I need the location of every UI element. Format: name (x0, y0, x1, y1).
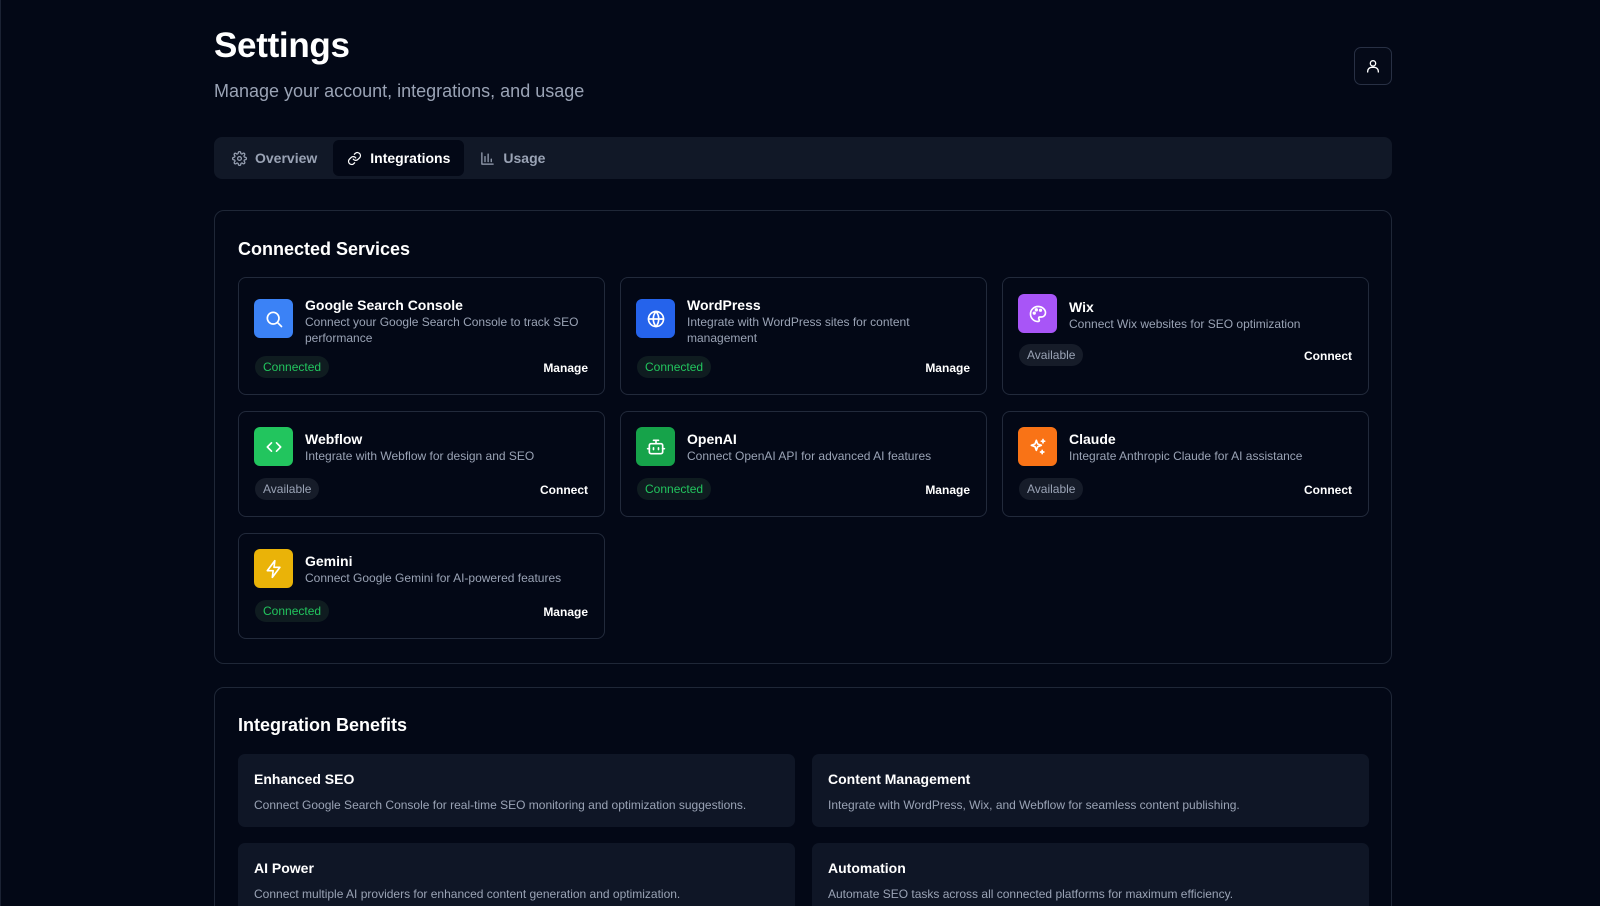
status-badge: Available (255, 478, 320, 500)
benefit-card-ai-power: AI Power Connect multiple AI providers f… (238, 843, 795, 906)
manage-button[interactable]: Manage (543, 605, 588, 619)
connect-button[interactable]: Connect (1304, 483, 1352, 497)
tab-usage[interactable]: Usage (466, 140, 559, 176)
benefit-title: Enhanced SEO (254, 771, 355, 787)
integration-name: Wix (1069, 299, 1094, 315)
integration-description: Integrate with WordPress sites for conte… (687, 315, 910, 345)
gear-icon (232, 150, 247, 166)
integration-name: Gemini (305, 553, 353, 569)
integration-description: Integrate with Webflow for design and SE… (305, 449, 535, 463)
integration-description: Integrate Anthropic Claude for AI assist… (1069, 449, 1303, 463)
connected-services-section: Connected Services Google Search Console… (214, 210, 1392, 664)
globe-icon (636, 299, 675, 338)
integration-name: Webflow (305, 431, 363, 447)
connect-button[interactable]: Connect (1304, 349, 1352, 363)
integration-card-wix: Wix Connect Wix websites for SEO optimiz… (1002, 277, 1369, 395)
integration-card-webflow: Webflow Integrate with Webflow for desig… (238, 411, 605, 517)
integration-benefits-section: Integration Benefits Enhanced SEO Connec… (214, 687, 1392, 906)
manage-button[interactable]: Manage (925, 361, 970, 375)
benefit-card-automation: Automation Automate SEO tasks across all… (812, 843, 1369, 906)
user-icon (1367, 60, 1379, 73)
benefit-card-content-management: Content Management Integrate with WordPr… (812, 754, 1369, 827)
status-badge: Connected (637, 356, 712, 378)
connect-button[interactable]: Connect (540, 483, 588, 497)
settings-tabs: Overview Integrations Usage (214, 137, 1392, 179)
status-badge: Available (1019, 478, 1084, 500)
tab-overview[interactable]: Overview (218, 140, 331, 176)
settings-page: Settings Manage your account, integratio… (0, 0, 1600, 906)
bar-chart-icon (481, 151, 495, 165)
benefit-description: Integrate with WordPress, Wix, and Webfl… (828, 798, 1240, 812)
page-subtitle: Manage your account, integrations, and u… (214, 81, 585, 101)
page-title: Settings (214, 26, 350, 65)
integration-benefits-title: Integration Benefits (238, 715, 408, 735)
benefit-title: AI Power (254, 860, 314, 876)
integration-card-gemini: Gemini Connect Google Gemini for AI-powe… (238, 533, 605, 639)
manage-button[interactable]: Manage (543, 361, 588, 375)
integration-name: Claude (1069, 431, 1116, 447)
tab-integrations-label: Integrations (370, 150, 451, 166)
integration-description: Connect Google Gemini for AI-powered fea… (305, 571, 562, 585)
sparkles-icon (1018, 427, 1057, 466)
integration-description: Connect Wix websites for SEO optimizatio… (1069, 317, 1301, 331)
status-badge: Connected (255, 600, 330, 622)
tab-overview-label: Overview (255, 150, 318, 166)
tab-usage-label: Usage (503, 150, 546, 166)
search-icon (254, 299, 293, 338)
status-badge: Connected (255, 356, 330, 378)
user-profile-button[interactable] (1354, 47, 1392, 85)
bot-icon (636, 427, 675, 466)
integration-name: Google Search Console (305, 297, 463, 313)
status-badge: Connected (637, 478, 712, 500)
link-icon (348, 151, 362, 165)
tab-integrations[interactable]: Integrations (333, 140, 465, 176)
manage-button[interactable]: Manage (925, 483, 970, 497)
benefit-title: Content Management (828, 771, 971, 787)
benefit-title: Automation (828, 860, 906, 876)
integration-card-google-search-console: Google Search Console Connect your Googl… (238, 277, 605, 395)
integration-card-wordpress: WordPress Integrate with WordPress sites… (620, 277, 987, 395)
integration-description: Connect your Google Search Console to tr… (305, 315, 579, 345)
benefit-description: Automate SEO tasks across all connected … (828, 887, 1234, 901)
window-edge (0, 0, 1, 906)
status-badge: Available (1019, 344, 1084, 366)
palette-icon (1018, 294, 1057, 333)
code-icon (254, 427, 293, 466)
integration-card-claude: Claude Integrate Anthropic Claude for AI… (1002, 411, 1369, 517)
integration-description: Connect OpenAI API for advanced AI featu… (687, 449, 932, 463)
benefit-description: Connect Google Search Console for real-t… (254, 798, 747, 812)
integration-name: WordPress (687, 297, 761, 313)
integration-name: OpenAI (687, 431, 737, 447)
benefit-card-enhanced-seo: Enhanced SEO Connect Google Search Conso… (238, 754, 795, 827)
integration-card-openai: OpenAI Connect OpenAI API for advanced A… (620, 411, 987, 517)
benefit-description: Connect multiple AI providers for enhanc… (254, 887, 681, 901)
zap-icon (254, 549, 293, 588)
connected-services-title: Connected Services (238, 239, 411, 259)
